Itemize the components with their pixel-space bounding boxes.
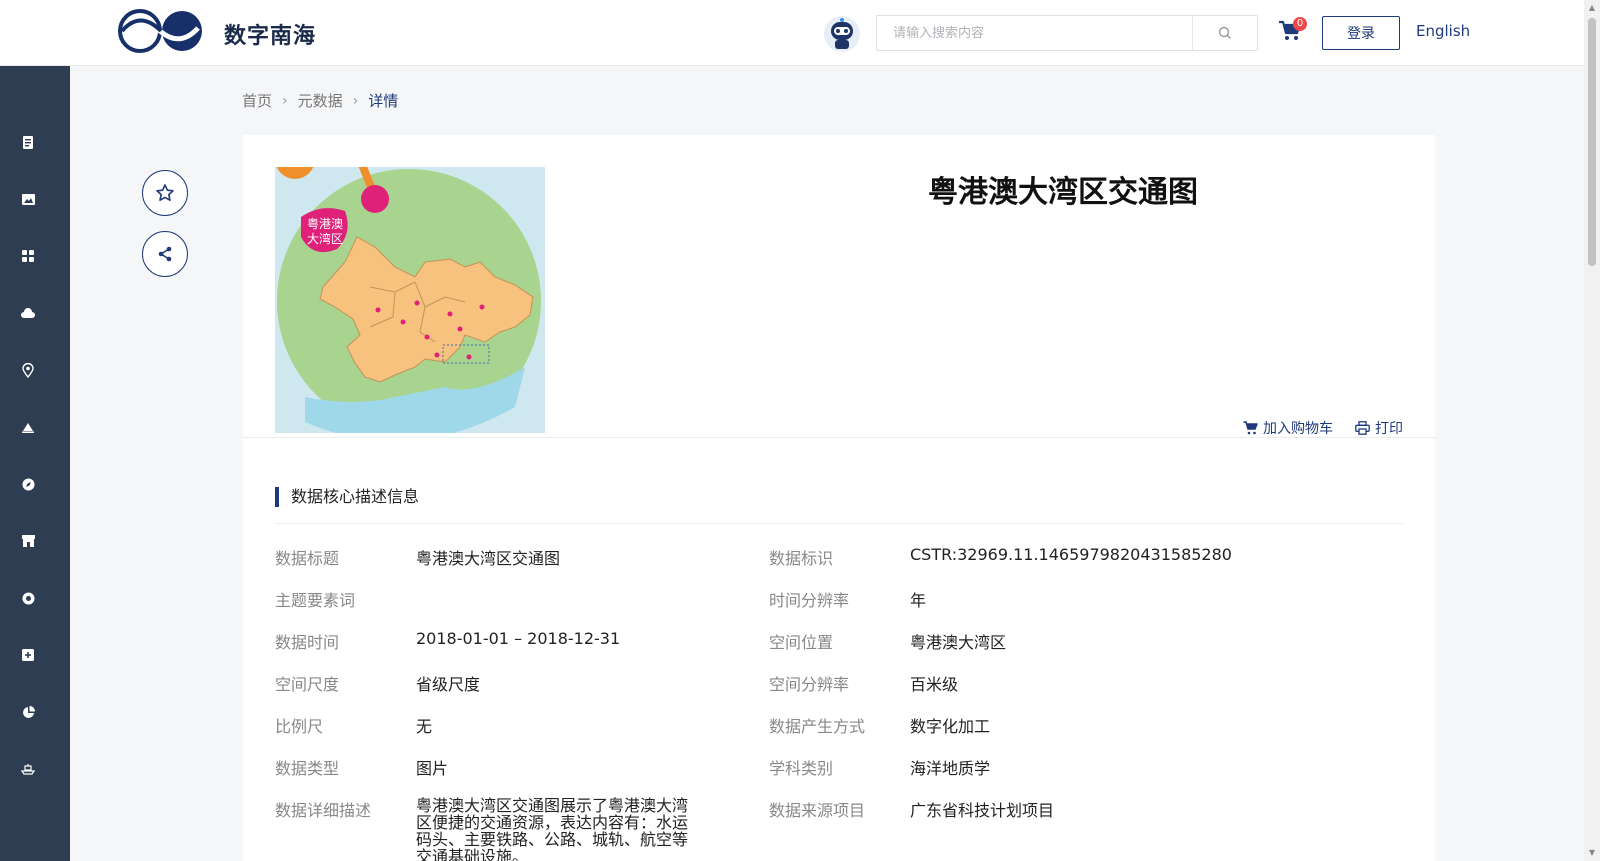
- data-thumbnail-image[interactable]: 粤港澳 大湾区: [275, 167, 545, 433]
- share-icon: [158, 246, 172, 262]
- field-value: 粤港澳大湾区: [910, 633, 1007, 652]
- login-button[interactable]: 登录: [1322, 16, 1400, 50]
- favorite-button[interactable]: [142, 170, 188, 216]
- field-value: 无: [416, 717, 433, 736]
- field-value: 广东省科技计划项目: [910, 801, 1055, 820]
- field-value: 百米级: [910, 675, 959, 694]
- document-icon[interactable]: [20, 134, 36, 150]
- triangle-icon[interactable]: [20, 419, 36, 435]
- chevron-right-icon: ›: [352, 92, 359, 109]
- field-label: 比例尺: [275, 717, 324, 736]
- star-icon: [156, 184, 174, 201]
- breadcrumb-current: 详情: [368, 92, 399, 110]
- left-sidebar: [0, 66, 70, 861]
- field-value: 省级尺度: [416, 675, 481, 694]
- search-input[interactable]: [877, 16, 1192, 50]
- field-value: 2018-01-01 – 2018-12-31: [416, 629, 621, 648]
- shop-icon[interactable]: [20, 533, 36, 549]
- detail-actions: 加入购物车 打印: [1243, 418, 1403, 438]
- search-box: [876, 15, 1258, 51]
- pie-icon[interactable]: [20, 704, 36, 720]
- add-to-cart-label: 加入购物车: [1263, 421, 1333, 437]
- data-title: 粤港澳大湾区交通图: [928, 175, 1198, 210]
- detail-card: 粤港澳 大湾区 粤港澳大湾区交通图 加入购物车 打印 数据核心描述信息 数据标题…: [243, 135, 1435, 861]
- image-icon[interactable]: [20, 191, 36, 207]
- globe-icon[interactable]: [20, 590, 36, 606]
- grid-icon[interactable]: [20, 248, 36, 264]
- field-label: 数据类型: [275, 759, 340, 778]
- scroll-down-arrow-icon[interactable]: ▼: [1588, 849, 1596, 857]
- field-label: 空间尺度: [275, 675, 340, 694]
- print-label: 打印: [1375, 421, 1403, 437]
- field-value: 图片: [416, 759, 449, 778]
- vertical-scrollbar[interactable]: ▲ ▼: [1584, 0, 1600, 861]
- breadcrumb-metadata[interactable]: 元数据: [298, 90, 343, 111]
- add-to-cart-button[interactable]: 加入购物车: [1243, 418, 1333, 438]
- cart-count-badge: 0: [1293, 17, 1307, 31]
- field-value: 海洋地质学: [910, 759, 991, 778]
- field-value: 年: [910, 591, 927, 610]
- field-label: 学科类别: [769, 759, 834, 778]
- field-label: 主题要素词: [275, 591, 356, 610]
- map-tag-line2: 大湾区: [307, 231, 343, 246]
- field-label: 数据时间: [275, 633, 340, 652]
- compass-icon[interactable]: [20, 476, 36, 492]
- field-label: 数据标题: [275, 549, 340, 568]
- cart-button[interactable]: 0: [1278, 17, 1307, 46]
- cart-icon: [1243, 421, 1258, 435]
- language-switch-link[interactable]: English: [1416, 22, 1470, 40]
- section-divider: [275, 523, 1403, 524]
- field-value: 粤港澳大湾区交通图: [416, 549, 561, 568]
- search-icon: [1218, 26, 1231, 39]
- field-label: 数据详细描述: [275, 801, 372, 820]
- search-button[interactable]: [1193, 16, 1257, 50]
- ship-icon[interactable]: [20, 761, 36, 777]
- site-name[interactable]: 数字南海: [224, 18, 316, 50]
- print-button[interactable]: 打印: [1355, 418, 1403, 438]
- site-logo[interactable]: [118, 8, 204, 54]
- scrollbar-thumb[interactable]: [1588, 18, 1596, 266]
- scroll-up-arrow-icon[interactable]: ▲: [1588, 4, 1596, 12]
- field-label: 时间分辨率: [769, 591, 850, 610]
- field-value: 数字化加工: [910, 717, 991, 736]
- plus-icon[interactable]: [20, 647, 36, 663]
- printer-icon: [1355, 421, 1370, 435]
- top-header: 数字南海 0 登录 English: [0, 0, 1584, 66]
- cloud-icon[interactable]: [20, 305, 36, 321]
- section-title: 数据核心描述信息: [275, 487, 419, 507]
- robot-assistant-icon[interactable]: [822, 12, 862, 54]
- field-value: CSTR:32969.11.1465979820431585280: [910, 545, 1232, 564]
- breadcrumb: 首页 › 元数据 › 详情: [242, 90, 398, 111]
- field-value: 粤港澳大湾区交通图展示了粤港澳大湾区便捷的交通资源，表达内容有：水运码头、主要铁…: [416, 796, 689, 861]
- map-tag-line1: 粤港澳: [307, 216, 343, 231]
- breadcrumb-home[interactable]: 首页: [242, 90, 272, 111]
- card-divider: [243, 437, 1435, 438]
- field-label: 数据产生方式: [769, 717, 866, 736]
- chevron-right-icon: ›: [282, 92, 288, 109]
- field-label: 数据来源项目: [769, 801, 866, 820]
- field-label: 数据标识: [769, 549, 834, 568]
- field-label: 空间位置: [769, 633, 834, 652]
- bay-area-map-image: 粤港澳 大湾区: [275, 167, 545, 433]
- location-icon[interactable]: [20, 362, 36, 378]
- share-button[interactable]: [142, 231, 188, 277]
- field-label: 空间分辨率: [769, 675, 850, 694]
